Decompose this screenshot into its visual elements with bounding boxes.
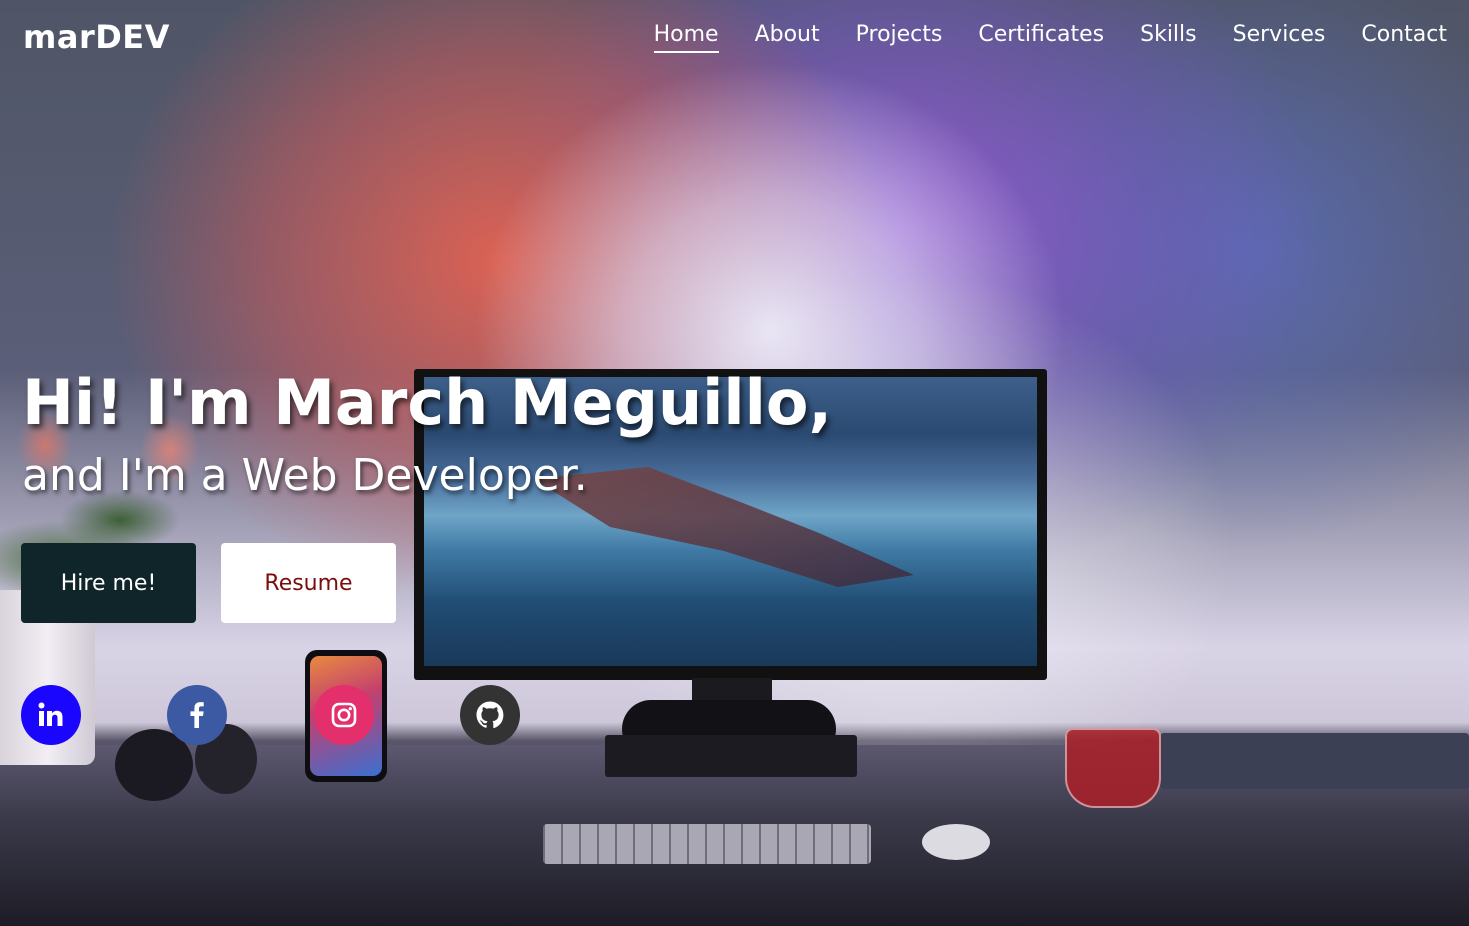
- hire-me-button[interactable]: Hire me!: [21, 543, 196, 623]
- hero-subline: and I'm a Web Developer.: [22, 450, 588, 501]
- nav-item-projects[interactable]: Projects: [856, 22, 943, 53]
- linkedin-link[interactable]: [21, 685, 81, 745]
- linkedin-icon: [36, 700, 66, 730]
- github-link[interactable]: [460, 685, 520, 745]
- site-logo[interactable]: marDEV: [23, 18, 170, 56]
- background-headphones: [70, 724, 260, 804]
- nav-item-services[interactable]: Services: [1233, 22, 1326, 53]
- nav-item-certificates[interactable]: Certificates: [978, 22, 1104, 53]
- hero-section: marDEV Home About Projects Certificates …: [0, 0, 1469, 926]
- facebook-link[interactable]: [167, 685, 227, 745]
- nav-item-about[interactable]: About: [755, 22, 820, 53]
- hero-headline: Hi! I'm March Meguillo,: [22, 366, 832, 439]
- background-cup: [1065, 728, 1161, 808]
- nav-item-contact[interactable]: Contact: [1361, 22, 1447, 53]
- background-mouse: [922, 824, 990, 860]
- instagram-icon: [329, 700, 359, 730]
- background-laptop: [1160, 733, 1469, 789]
- nav-item-skills[interactable]: Skills: [1140, 22, 1197, 53]
- facebook-icon: [182, 700, 212, 730]
- main-nav: Home About Projects Certificates Skills …: [618, 22, 1447, 53]
- resume-button[interactable]: Resume: [221, 543, 396, 623]
- background-keyboard: [543, 824, 871, 864]
- nav-item-home[interactable]: Home: [653, 22, 719, 53]
- instagram-link[interactable]: [314, 685, 374, 745]
- monitor-base: [605, 735, 857, 777]
- github-icon: [474, 699, 506, 731]
